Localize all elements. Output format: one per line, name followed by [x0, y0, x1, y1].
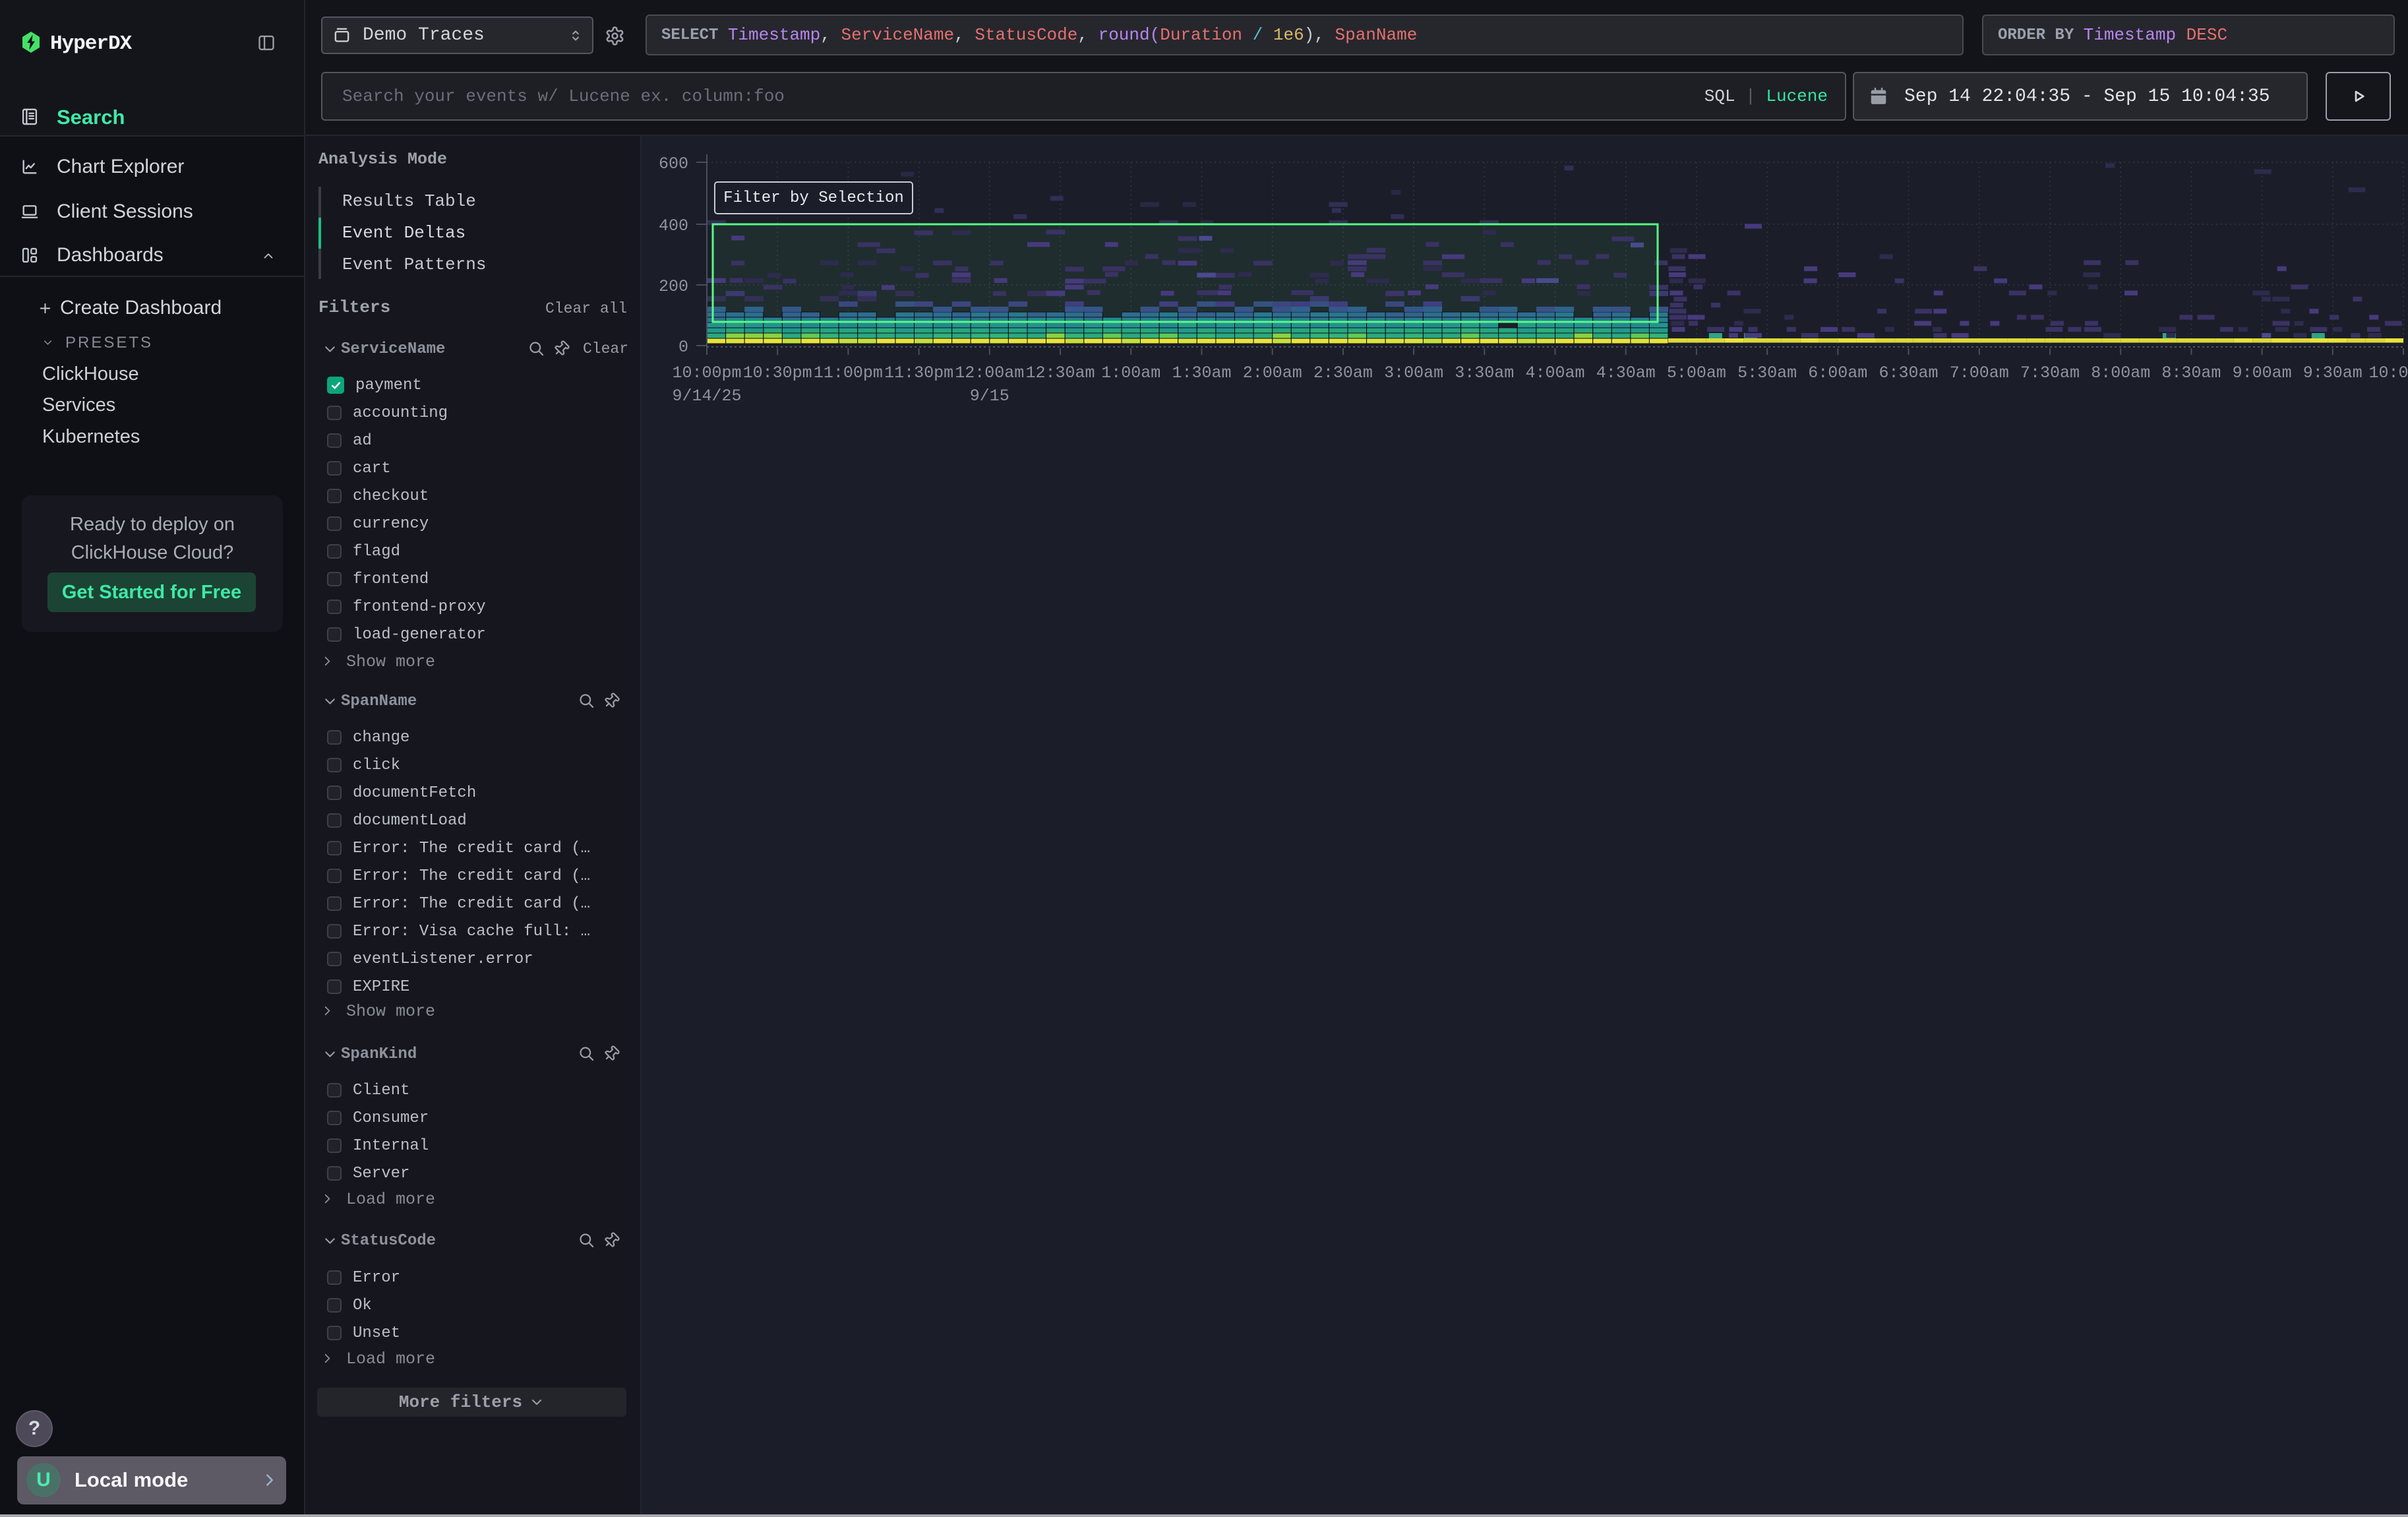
svg-text:5:00am: 5:00am: [1667, 363, 1726, 383]
svg-text:7:00am: 7:00am: [1950, 363, 2009, 383]
svg-text:9/15: 9/15: [970, 387, 1009, 406]
svg-text:2:30am: 2:30am: [1313, 363, 1373, 383]
svg-text:3:00am: 3:00am: [1384, 363, 1443, 383]
svg-text:1:30am: 1:30am: [1172, 363, 1231, 383]
svg-text:10:00am: 10:00am: [2368, 363, 2408, 383]
svg-text:10:30pm: 10:30pm: [743, 363, 812, 383]
svg-text:12:30am: 12:30am: [1025, 363, 1095, 383]
svg-text:4:00am: 4:00am: [1525, 363, 1584, 383]
svg-text:11:00pm: 11:00pm: [814, 363, 883, 383]
svg-text:10:00pm: 10:00pm: [672, 363, 741, 383]
svg-text:9/14/25: 9/14/25: [672, 387, 741, 406]
svg-text:6:30am: 6:30am: [1879, 363, 1938, 383]
svg-text:8:00am: 8:00am: [2091, 363, 2150, 383]
svg-text:8:30am: 8:30am: [2161, 363, 2221, 383]
svg-text:12:00am: 12:00am: [955, 363, 1024, 383]
svg-text:4:30am: 4:30am: [1596, 363, 1656, 383]
svg-text:11:30pm: 11:30pm: [884, 363, 953, 383]
svg-text:9:00am: 9:00am: [2233, 363, 2292, 383]
svg-text:6:00am: 6:00am: [1808, 363, 1867, 383]
svg-text:200: 200: [659, 277, 688, 296]
svg-text:400: 400: [659, 216, 688, 235]
svg-text:7:30am: 7:30am: [2020, 363, 2080, 383]
svg-text:3:30am: 3:30am: [1455, 363, 1514, 383]
svg-text:1:00am: 1:00am: [1101, 363, 1160, 383]
svg-text:5:30am: 5:30am: [1737, 363, 1797, 383]
svg-text:0: 0: [678, 338, 688, 357]
svg-text:9:30am: 9:30am: [2303, 363, 2363, 383]
svg-text:2:00am: 2:00am: [1243, 363, 1302, 383]
svg-text:600: 600: [659, 154, 688, 173]
